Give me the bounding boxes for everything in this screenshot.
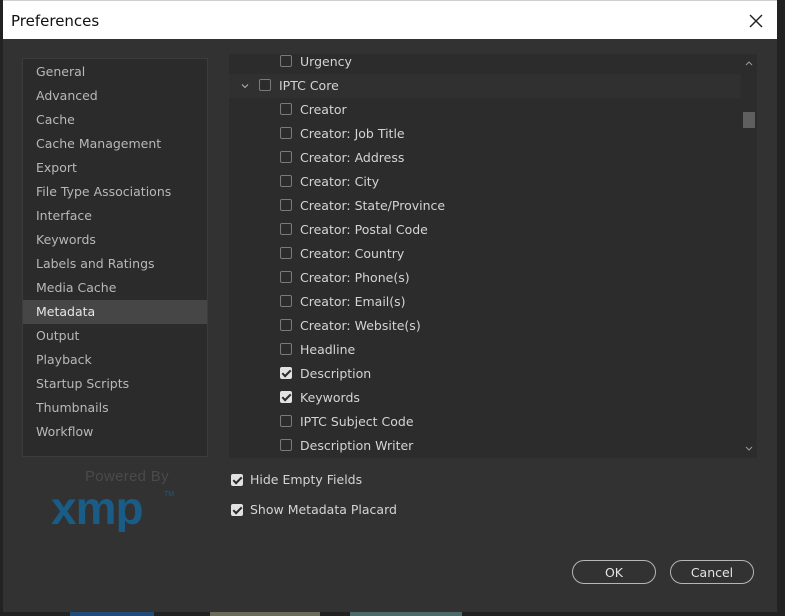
sidebar-item-thumbnails[interactable]: Thumbnails	[23, 396, 207, 420]
field-label: Description	[300, 366, 372, 381]
tree-group-row[interactable]: IPTC Core	[229, 74, 741, 98]
field-label: Creator: City	[300, 174, 380, 189]
field-checkbox[interactable]	[280, 223, 292, 235]
field-checkbox[interactable]	[280, 55, 292, 67]
scroll-up-icon[interactable]	[744, 58, 754, 68]
xmp-logo: Powered By xmp TM	[51, 468, 191, 532]
scroll-down-icon[interactable]	[744, 444, 754, 454]
tree-field-row[interactable]: Creator	[229, 98, 741, 122]
background-thumbnail	[70, 612, 154, 616]
field-checkbox[interactable]	[280, 103, 292, 115]
field-label: Creator: Email(s)	[300, 294, 406, 309]
field-checkbox[interactable]	[259, 79, 271, 91]
svg-text:TM: TM	[164, 491, 174, 498]
field-checkbox[interactable]	[280, 343, 292, 355]
background-app-right	[777, 0, 785, 616]
sidebar-item-general[interactable]: General	[23, 60, 207, 84]
tree-field-row[interactable]: Description	[229, 362, 741, 386]
field-label: Creator: Phone(s)	[300, 270, 410, 285]
sidebar-item-startup-scripts[interactable]: Startup Scripts	[23, 372, 207, 396]
tree-field-row[interactable]: Creator: Address	[229, 146, 741, 170]
scroll-thumb[interactable]	[743, 112, 755, 128]
field-label: Creator: Address	[300, 150, 405, 165]
title-bar: Preferences	[3, 0, 777, 39]
xmp-logo-icon: xmp TM	[51, 484, 174, 532]
field-checkbox[interactable]	[280, 199, 292, 211]
sidebar-item-interface[interactable]: Interface	[23, 204, 207, 228]
tree-field-row[interactable]: Creator: Email(s)	[229, 290, 741, 314]
cancel-button[interactable]: Cancel	[670, 560, 754, 584]
field-label: Creator: Country	[300, 246, 405, 261]
close-button[interactable]	[745, 10, 767, 32]
field-checkbox[interactable]	[280, 295, 292, 307]
tree-field-row[interactable]: Creator: Country	[229, 242, 741, 266]
tree-field-row[interactable]: Creator: Job Title	[229, 122, 741, 146]
field-checkbox[interactable]	[280, 439, 292, 451]
powered-by-text: Powered By	[85, 468, 169, 485]
field-label: Creator: State/Province	[300, 198, 446, 213]
field-label: Creator	[300, 102, 347, 117]
svg-text:xmp: xmp	[51, 484, 143, 532]
field-checkbox[interactable]	[280, 175, 292, 187]
field-checkbox[interactable]	[280, 415, 292, 427]
show-metadata-placard-checkbox[interactable]	[231, 504, 243, 516]
sidebar-item-workflow[interactable]: Workflow	[23, 420, 207, 444]
tree-field-row[interactable]: Description Writer	[229, 434, 741, 458]
sidebar-item-cache-management[interactable]: Cache Management	[23, 132, 207, 156]
preferences-category-list: General Advanced Cache Cache Management Expo…	[22, 58, 208, 457]
field-label: IPTC Core	[279, 78, 339, 93]
sidebar-item-output[interactable]: Output	[23, 324, 207, 348]
tree-field-row[interactable]: Keywords	[229, 386, 741, 410]
preferences-dialog: Preferences General Advanced Cache Cache Ma…	[3, 0, 777, 612]
field-checkbox[interactable]	[280, 247, 292, 259]
field-label: IPTC Subject Code	[300, 414, 414, 429]
field-checkbox[interactable]	[280, 319, 292, 331]
tree-field-row[interactable]: Urgency	[229, 54, 741, 74]
tree-scrollbar[interactable]	[742, 54, 756, 458]
background-thumbnail	[350, 612, 462, 616]
field-checkbox[interactable]	[280, 391, 292, 403]
tree-field-row[interactable]: IPTC Subject Code	[229, 410, 741, 434]
field-label: Description Writer	[300, 438, 414, 453]
field-checkbox[interactable]	[280, 127, 292, 139]
background-thumbnail	[210, 612, 320, 616]
field-label: Headline	[300, 342, 356, 357]
sidebar-item-export[interactable]: Export	[23, 156, 207, 180]
sidebar-item-media-cache[interactable]: Media Cache	[23, 276, 207, 300]
metadata-field-tree: Urgency IPTC Core Creator Creator: Job Titl…	[229, 54, 757, 458]
sidebar-item-keywords[interactable]: Keywords	[23, 228, 207, 252]
tree-field-row[interactable]: Creator: Postal Code	[229, 218, 741, 242]
hide-empty-fields-label: Hide Empty Fields	[250, 472, 363, 487]
hide-empty-fields-checkbox[interactable]	[231, 474, 243, 486]
sidebar-item-file-type-associations[interactable]: File Type Associations	[23, 180, 207, 204]
tree-field-row[interactable]: Creator: Website(s)	[229, 314, 741, 338]
window-title: Preferences	[11, 12, 100, 30]
sidebar-item-cache[interactable]: Cache	[23, 108, 207, 132]
tree-field-row[interactable]: Creator: City	[229, 170, 741, 194]
field-label: Creator: Website(s)	[300, 318, 421, 333]
tree-field-row[interactable]: Headline	[229, 338, 741, 362]
field-checkbox[interactable]	[280, 151, 292, 163]
sidebar-item-labels-and-ratings[interactable]: Labels and Ratings	[23, 252, 207, 276]
tree-field-row[interactable]: Creator: Phone(s)	[229, 266, 741, 290]
field-checkbox[interactable]	[280, 367, 292, 379]
chevron-down-icon[interactable]	[239, 80, 251, 92]
field-label: Creator: Job Title	[300, 126, 405, 141]
show-metadata-placard-label: Show Metadata Placard	[250, 502, 397, 517]
field-label: Urgency	[300, 54, 352, 69]
field-label: Creator: Postal Code	[300, 222, 428, 237]
sidebar-item-playback[interactable]: Playback	[23, 348, 207, 372]
ok-button[interactable]: OK	[572, 560, 656, 584]
sidebar-item-advanced[interactable]: Advanced	[23, 84, 207, 108]
tree-field-row[interactable]: Creator: State/Province	[229, 194, 741, 218]
field-checkbox[interactable]	[280, 271, 292, 283]
field-label: Keywords	[300, 390, 360, 405]
close-icon	[749, 14, 763, 28]
sidebar-item-metadata[interactable]: Metadata	[23, 300, 207, 324]
